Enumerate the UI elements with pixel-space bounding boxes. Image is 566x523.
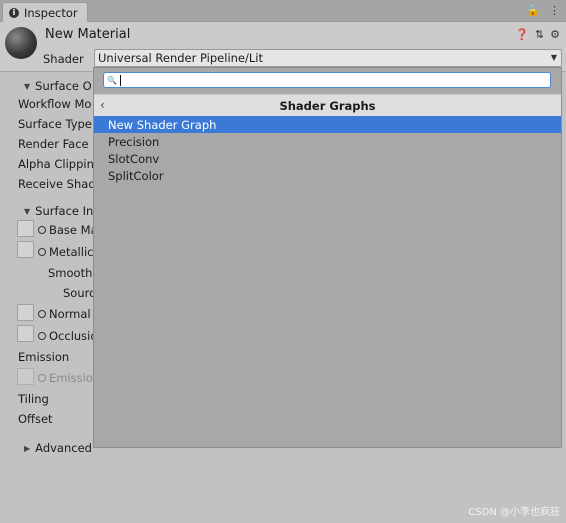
watermark: CSDN @小李也疯狂 [468, 507, 560, 518]
lock-icon[interactable]: 🔒 [526, 4, 540, 17]
surface-type-label: Surface Type [18, 117, 92, 131]
object-picker-icon[interactable] [38, 332, 46, 340]
workflow-mode-label: Workflow Mo [18, 97, 92, 111]
gear-icon[interactable]: ⚙ [550, 28, 560, 41]
object-picker-icon [38, 374, 46, 382]
triangle-down-icon: ▼ [24, 206, 31, 216]
list-item[interactable]: Precision [94, 133, 561, 150]
material-preview [5, 27, 37, 59]
base-map-label: Base Ma [38, 223, 98, 237]
emission-label: Emission [18, 350, 70, 364]
material-name: New Material [45, 27, 131, 42]
tab-label: Inspector [24, 5, 78, 20]
search-field[interactable]: 🔍 [103, 72, 551, 88]
sliders-icon[interactable]: ⇅ [535, 28, 544, 41]
alpha-clipping-label: Alpha Clippin [18, 157, 94, 171]
surface-options-title: Surface O [35, 79, 92, 93]
advanced-foldout[interactable]: ▶ Advanced [24, 441, 92, 455]
text-caret [119, 74, 121, 86]
tab-inspector[interactable]: i Inspector [2, 2, 88, 22]
advanced-title: Advanced [35, 441, 92, 455]
metallic-label: Metallic [38, 245, 93, 259]
occlusion-texture-slot[interactable] [17, 325, 34, 342]
receive-shadows-label: Receive Shad [18, 177, 96, 191]
base-map-texture-slot[interactable] [17, 220, 34, 237]
list-item[interactable]: SplitColor [94, 167, 561, 184]
source-label: Sourc [63, 286, 96, 300]
list-item[interactable]: SlotConv [94, 150, 561, 167]
popup-nav-header: ‹ Shader Graphs [94, 94, 561, 117]
occlusion-label: Occlusic [38, 329, 97, 343]
emission-map-label: Emission [38, 371, 100, 385]
list-item[interactable]: New Shader Graph [94, 116, 561, 133]
triangle-right-icon: ▶ [24, 443, 31, 453]
search-icon: 🔍 [107, 75, 117, 85]
object-picker-icon[interactable] [38, 226, 46, 234]
material-header: New Material ❓ ⇅ ⚙ Shader Universal Rend… [0, 22, 566, 72]
triangle-down-icon: ▼ [24, 81, 31, 91]
tiling-label: Tiling [18, 392, 49, 406]
help-icon[interactable]: ❓ [515, 28, 529, 41]
chevron-down-icon: ▼ [550, 53, 557, 62]
shader-value: Universal Render Pipeline/Lit [98, 51, 263, 65]
surface-inputs-foldout[interactable]: ▼ Surface In [24, 204, 93, 218]
surface-options-foldout[interactable]: ▼ Surface O [24, 79, 92, 93]
shader-dropdown[interactable]: Universal Render Pipeline/Lit ▼ [94, 49, 562, 67]
popup-title: Shader Graphs [279, 99, 376, 113]
smoothness-label: Smooth [48, 266, 93, 280]
surface-inputs-title: Surface In [35, 204, 94, 218]
more-icon[interactable]: ⋮ [549, 4, 560, 17]
tab-bar: i Inspector 🔒 ⋮ [0, 0, 566, 22]
metallic-texture-slot[interactable] [17, 241, 34, 258]
shader-select-popup: 🔍 ‹ Shader Graphs New Shader Graph Preci… [93, 67, 562, 448]
normal-map-texture-slot[interactable] [17, 304, 34, 321]
object-picker-icon[interactable] [38, 310, 46, 318]
render-face-label: Render Face [18, 137, 89, 151]
offset-label: Offset [18, 412, 53, 426]
object-picker-icon[interactable] [38, 248, 46, 256]
normal-map-label: Normal [38, 307, 91, 321]
emission-texture-slot [17, 368, 34, 385]
shader-label: Shader [43, 52, 84, 66]
info-icon: i [9, 7, 19, 18]
